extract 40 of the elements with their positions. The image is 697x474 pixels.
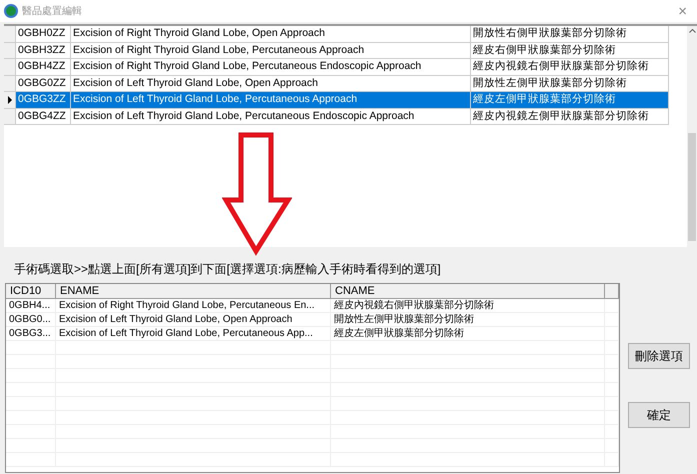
column-header[interactable]: ENAME — [56, 284, 331, 298]
table-cell: 開放性左側甲狀腺葉部分切除術 — [331, 313, 605, 326]
table-cell[interactable]: 經皮內視鏡右側甲狀腺葉部分切除術 — [471, 59, 669, 74]
table-cell[interactable]: 0GBH3ZZ — [16, 42, 71, 58]
table-cell[interactable]: 0GBG0ZZ — [16, 76, 71, 91]
vertical-scrollbar[interactable] — [687, 26, 697, 247]
table-cell[interactable]: 0GBG4ZZ — [16, 108, 71, 124]
row-header[interactable] — [4, 92, 16, 108]
row-pointer-icon — [8, 96, 12, 104]
delete-option-button[interactable]: 刪除選項 — [628, 343, 690, 369]
table-cell: 0GBH4... — [6, 299, 56, 312]
table-cell: 經皮內視鏡右側甲狀腺葉部分切除術 — [331, 299, 605, 312]
scroll-up-icon[interactable] — [688, 29, 696, 33]
column-header[interactable]: ICD10 — [6, 284, 56, 298]
table-cell[interactable]: 0GBH4ZZ — [16, 59, 71, 74]
confirm-button[interactable]: 確定 — [628, 402, 690, 428]
table-cell: Excision of Left Thyroid Gland Lobe, Percutaneous App... — [56, 327, 331, 340]
table-cell: Excision of Right Thyroid Gland Lobe, Percutaneous En... — [56, 299, 331, 312]
window-title: 醫品處置編輯 — [22, 4, 82, 18]
table-cell[interactable]: 經皮內視鏡左側甲狀腺葉部分切除術 — [471, 108, 669, 124]
table-cell: 0GBG0... — [6, 313, 56, 326]
table-cell[interactable]: 開放性右側甲狀腺葉部分切除術 — [471, 26, 669, 42]
table-cell: 經皮左側甲狀腺葉部分切除術 — [331, 327, 605, 340]
table-cell[interactable]: Excision of Left Thyroid Gland Lobe, Percutaneous Endoscopic Approach — [71, 108, 471, 124]
table-cell[interactable]: 0GBH0ZZ — [16, 26, 71, 42]
app-icon — [4, 4, 18, 18]
table-cell[interactable]: 經皮左側甲狀腺葉部分切除術 — [471, 92, 669, 108]
table-cell[interactable]: Excision of Left Thyroid Gland Lobe, Open Approach — [71, 76, 471, 91]
table-cell[interactable]: Excision of Right Thyroid Gland Lobe, Percutaneous Approach — [71, 42, 471, 58]
table-cell[interactable]: 開放性左側甲狀腺葉部分切除術 — [471, 76, 669, 91]
table-cell[interactable]: Excision of Right Thyroid Gland Lobe, Open Approach — [71, 26, 471, 42]
table-cell[interactable]: 經皮右側甲狀腺葉部分切除術 — [471, 42, 669, 58]
table-cell: 0GBG3... — [6, 327, 56, 340]
table-cell[interactable]: 0GBG3ZZ — [16, 92, 71, 108]
column-header[interactable]: CNAME — [331, 284, 605, 298]
instruction-label: 手術碼選取>>點選上面[所有選項]到下面[選擇選項:病歷輸入手術時看得到的選項] — [14, 262, 441, 276]
close-button[interactable]: × — [672, 4, 693, 18]
table-cell[interactable]: Excision of Left Thyroid Gland Lobe, Percutaneous Approach — [71, 92, 471, 108]
table-cell[interactable]: Excision of Right Thyroid Gland Lobe, Percutaneous Endoscopic Approach — [71, 59, 471, 74]
table-cell: Excision of Left Thyroid Gland Lobe, Open Approach — [56, 313, 331, 326]
